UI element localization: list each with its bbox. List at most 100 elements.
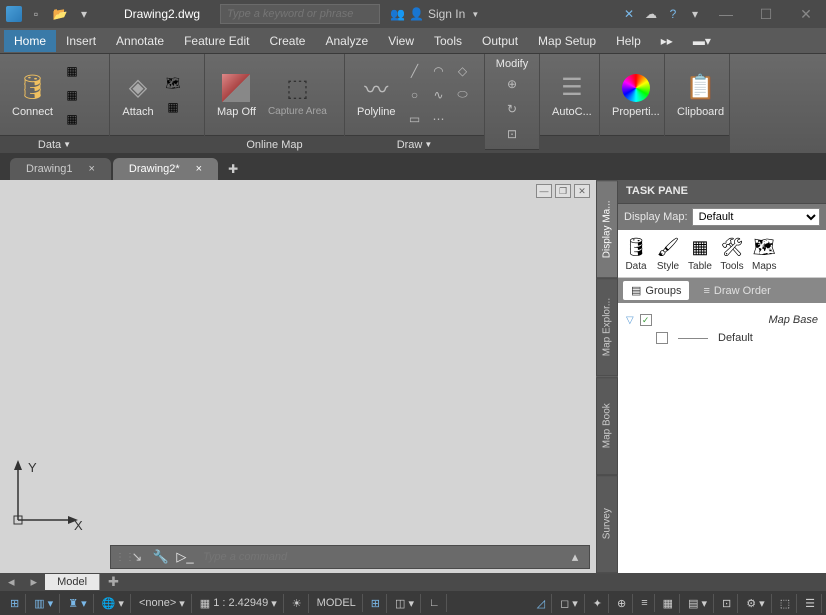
maximize-button[interactable]: ☐ bbox=[746, 0, 786, 28]
help-icon[interactable]: ? bbox=[662, 3, 684, 25]
status-hw-icon[interactable]: ⚙ ▾ bbox=[740, 594, 771, 613]
tool-tools[interactable]: 🛠Tools bbox=[720, 235, 744, 272]
expander-icon[interactable]: ▽ bbox=[626, 315, 634, 326]
status-custom-icon[interactable]: ☰ bbox=[799, 594, 822, 613]
menu-output[interactable]: Output bbox=[472, 30, 528, 52]
status-scale[interactable]: ▦ 1 : 2.42949 ▾ bbox=[194, 594, 284, 613]
add-tab-button[interactable]: ✚ bbox=[220, 158, 246, 180]
status-dyn-icon[interactable]: ⊕ bbox=[611, 594, 633, 613]
menu-tools[interactable]: Tools bbox=[424, 30, 472, 52]
status-angle-icon[interactable]: ◿ bbox=[531, 594, 552, 613]
draw-ellipse[interactable]: ⬭ bbox=[452, 84, 474, 106]
attach-small-1[interactable]: 🗺 bbox=[162, 72, 184, 94]
status-osnap-icon[interactable]: ◻ ▾ bbox=[554, 594, 585, 613]
cmd-customize-icon[interactable]: 🔧 bbox=[151, 547, 171, 567]
status-sun-icon[interactable]: ☀ bbox=[286, 594, 309, 613]
search-input[interactable] bbox=[220, 4, 380, 24]
cmd-expand-icon[interactable]: ▴ bbox=[565, 547, 585, 567]
help-dropdown[interactable]: ▾ bbox=[684, 3, 706, 25]
tree-root[interactable]: ▽ ✓ Map Base bbox=[626, 311, 818, 329]
status-globe-icon[interactable]: 🌐 ▾ bbox=[96, 594, 131, 613]
menu-home[interactable]: Home bbox=[4, 30, 56, 52]
status-tower-icon[interactable]: ♜ ▾ bbox=[62, 594, 93, 613]
tab-nav-left[interactable]: ◂ bbox=[0, 574, 23, 590]
tool-data[interactable]: 🛢Data bbox=[624, 235, 648, 272]
data-small-2[interactable]: ▦ bbox=[61, 84, 83, 106]
draw-spline[interactable]: ∿ bbox=[428, 84, 450, 106]
status-grid-icon[interactable]: ⊞ bbox=[4, 594, 26, 613]
menu-help[interactable]: Help bbox=[606, 30, 651, 52]
status-coords[interactable]: <none> ▾ bbox=[133, 594, 192, 613]
tool-style[interactable]: 🖌Style bbox=[656, 235, 680, 272]
tab-nav-right[interactable]: ▸ bbox=[23, 574, 46, 590]
data-small-3[interactable]: ▦ bbox=[61, 108, 83, 130]
side-tab-display[interactable]: Display Ma... bbox=[596, 180, 618, 278]
menu-more-icon[interactable]: ▸▸ bbox=[651, 30, 683, 52]
cmd-recent-icon[interactable]: ↘ bbox=[127, 547, 147, 567]
modify-1[interactable]: ⊕ bbox=[501, 73, 523, 95]
canvas-close-icon[interactable]: ✕ bbox=[574, 184, 590, 198]
tool-maps[interactable]: 🗺Maps bbox=[752, 235, 776, 272]
checkbox-unchecked[interactable] bbox=[656, 332, 668, 344]
draw-shape[interactable]: ◇ bbox=[452, 60, 474, 82]
tab-draworder[interactable]: ≡Draw Order bbox=[695, 281, 778, 300]
tab-close-icon[interactable]: × bbox=[88, 163, 94, 175]
menu-view[interactable]: View bbox=[378, 30, 424, 52]
qat-new-icon[interactable]: ▫ bbox=[26, 4, 46, 24]
command-input[interactable] bbox=[199, 549, 561, 565]
connect-button[interactable]: 🛢 Connect bbox=[8, 70, 57, 120]
filetab-drawing1[interactable]: Drawing1 × bbox=[10, 158, 111, 180]
menu-insert[interactable]: Insert bbox=[56, 30, 106, 52]
mapoff-button[interactable]: Map Off bbox=[213, 70, 260, 120]
clipboard-button[interactable]: 📋 Clipboard bbox=[673, 70, 728, 120]
tab-model[interactable]: Model bbox=[45, 574, 100, 590]
status-layout-icon[interactable]: ▥ ▾ bbox=[28, 594, 60, 613]
status-ortho-icon[interactable]: ∟ bbox=[423, 594, 447, 612]
menu-create[interactable]: Create bbox=[259, 30, 315, 52]
data-small-1[interactable]: ▦ bbox=[61, 60, 83, 82]
panel-data-label[interactable]: Data▼ bbox=[0, 135, 109, 153]
properties-button[interactable]: Properti... bbox=[608, 70, 664, 120]
tree-child[interactable]: Default bbox=[626, 329, 818, 347]
status-3d-icon[interactable]: ✦ bbox=[587, 594, 609, 613]
minimize-button[interactable]: — bbox=[706, 0, 746, 28]
grip-icon[interactable]: ⋮⋮ bbox=[115, 552, 123, 563]
panel-draw-label[interactable]: Draw▼ bbox=[345, 135, 484, 153]
modify-3[interactable]: ⊡ bbox=[501, 123, 523, 145]
status-sc-icon[interactable]: ⊡ bbox=[716, 594, 738, 613]
checkbox-checked[interactable]: ✓ bbox=[640, 314, 652, 326]
status-snap-icon[interactable]: ◫ ▾ bbox=[389, 594, 421, 613]
side-tab-survey[interactable]: Survey bbox=[596, 475, 618, 573]
app-icon[interactable] bbox=[6, 6, 22, 22]
status-iso-icon[interactable]: ⬚ bbox=[774, 594, 797, 613]
tab-add[interactable]: ✚ bbox=[100, 574, 127, 590]
draw-rect[interactable]: ▭ bbox=[404, 108, 426, 130]
side-tab-mapbook[interactable]: Map Book bbox=[596, 377, 618, 475]
capture-button[interactable]: ⬚ Capture Area bbox=[264, 71, 331, 119]
menu-analyze[interactable]: Analyze bbox=[315, 30, 378, 52]
menu-feature-edit[interactable]: Feature Edit bbox=[174, 30, 259, 52]
qat-open-icon[interactable]: 📂 bbox=[50, 4, 70, 24]
signin-button[interactable]: 👥 👤 Sign In ▼ bbox=[390, 7, 479, 21]
cloud-icon[interactable]: ☁ bbox=[640, 3, 662, 25]
status-lwt-icon[interactable]: ≡ bbox=[635, 594, 654, 612]
close-button[interactable]: ✕ bbox=[786, 0, 826, 28]
attach-button[interactable]: ◈ Attach bbox=[118, 70, 158, 120]
status-grid2-icon[interactable]: ⊞ bbox=[365, 594, 387, 613]
polyline-button[interactable]: 〰 Polyline bbox=[353, 70, 400, 120]
status-qp-icon[interactable]: ▤ ▾ bbox=[682, 594, 714, 613]
status-trans-icon[interactable]: ▦ bbox=[657, 594, 680, 613]
status-model[interactable]: MODEL bbox=[311, 594, 363, 612]
display-map-select[interactable]: Default bbox=[692, 208, 820, 226]
modify-2[interactable]: ↻ bbox=[501, 98, 523, 120]
draw-arc[interactable]: ◠ bbox=[428, 60, 450, 82]
side-tab-explorer[interactable]: Map Explor... bbox=[596, 278, 618, 376]
menu-focus-icon[interactable]: ▬▾ bbox=[683, 30, 721, 52]
draw-more[interactable]: ⋯ bbox=[428, 108, 450, 130]
attach-small-2[interactable]: ▦ bbox=[162, 96, 184, 118]
filetab-drawing2[interactable]: Drawing2* × bbox=[113, 158, 218, 180]
draw-circle[interactable]: ○ bbox=[404, 84, 426, 106]
tab-close-icon[interactable]: × bbox=[196, 163, 202, 175]
tool-table[interactable]: ▦Table bbox=[688, 235, 712, 272]
exchange-icon[interactable]: ✕ bbox=[618, 3, 640, 25]
